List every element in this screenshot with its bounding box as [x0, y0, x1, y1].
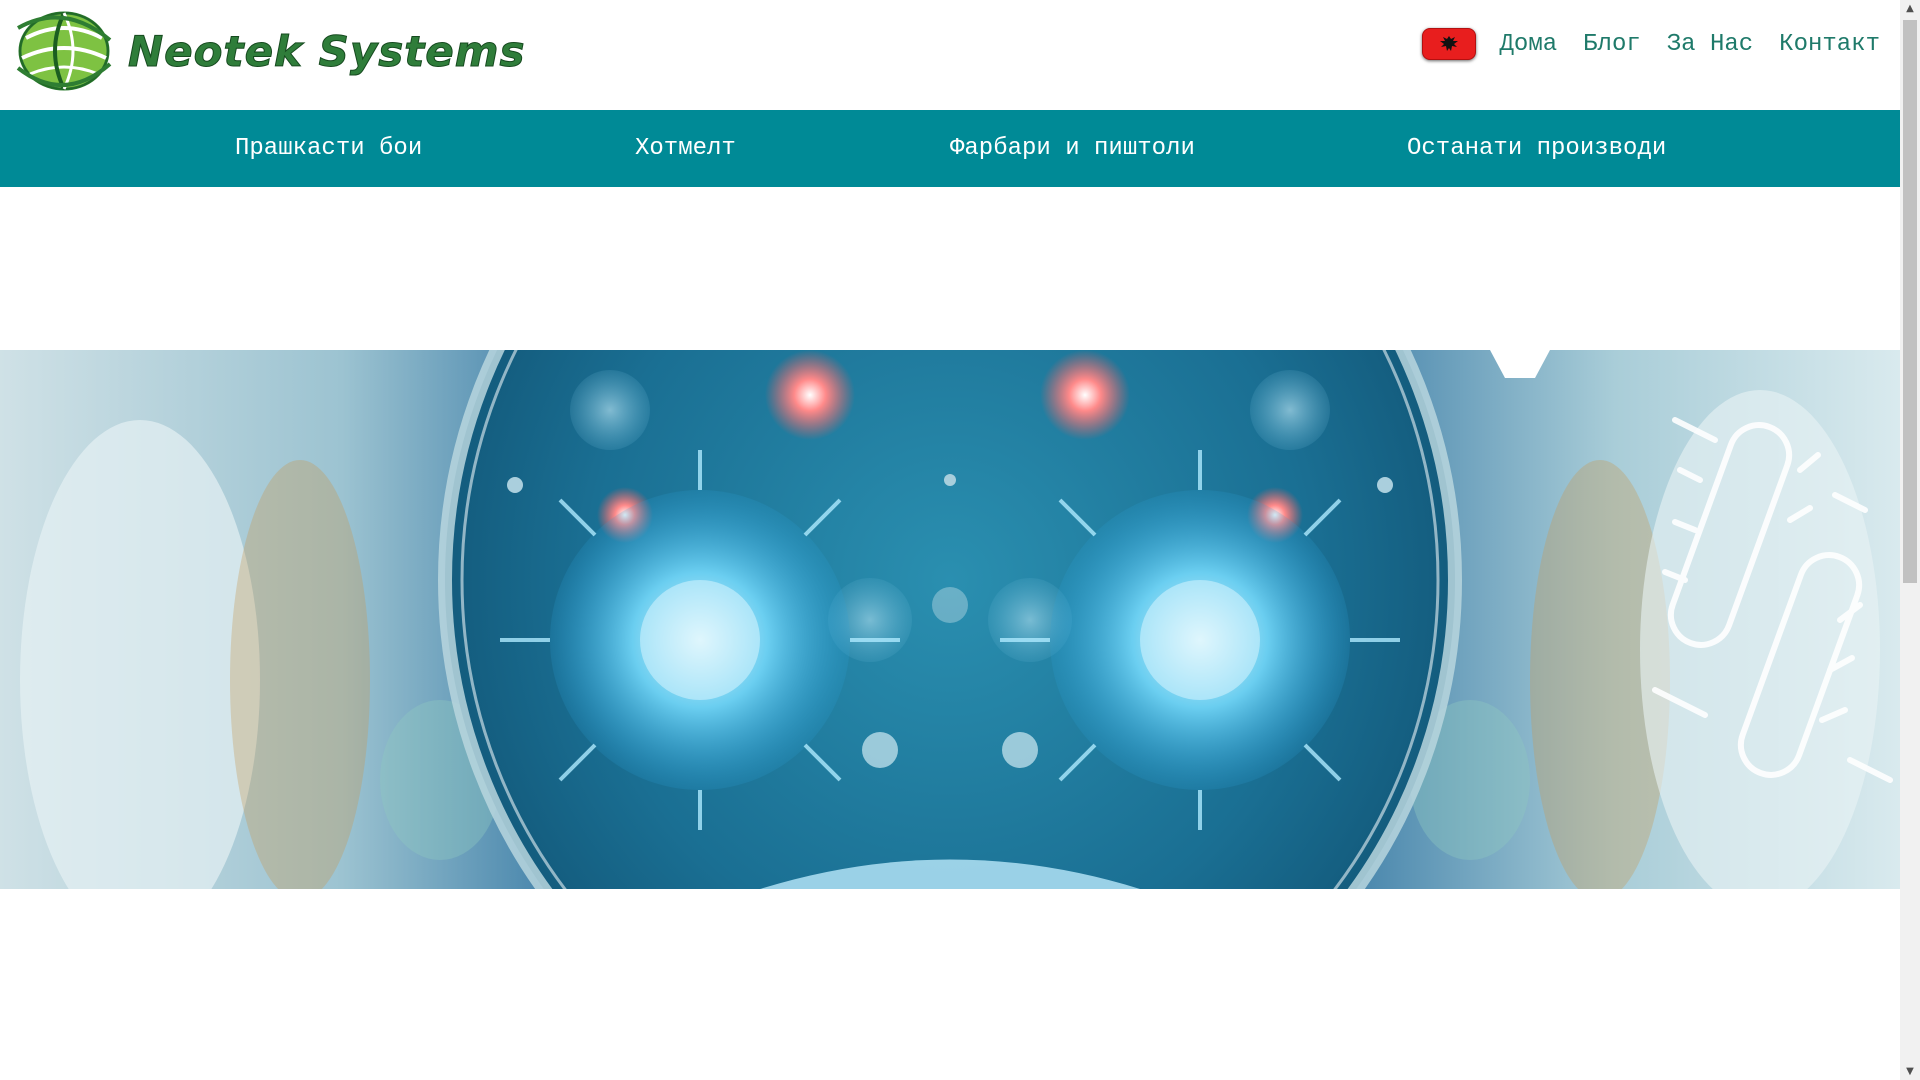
globe-logo-icon	[16, 11, 112, 91]
top-nav: Дома Блог За Нас Контакт	[1421, 28, 1880, 60]
page-content: Neotek Systems Дома Блог За Нас Контакт …	[0, 0, 1900, 1080]
language-flag-button[interactable]	[1421, 28, 1476, 60]
vertical-scrollbar[interactable]: ▲ ▼	[1900, 0, 1920, 1080]
scroll-up-arrow-icon[interactable]: ▲	[1900, 0, 1920, 17]
hero-banner-image	[0, 350, 1900, 889]
category-hotmelt[interactable]: Хотмелт	[635, 110, 736, 187]
category-spray-guns[interactable]: Фарбари и пиштоли	[950, 110, 1195, 187]
nav-link-blog[interactable]: Блог	[1583, 31, 1641, 58]
nav-link-about[interactable]: За Нас	[1667, 31, 1753, 58]
site-logo[interactable]: Neotek Systems	[16, 8, 526, 94]
logo-text: Neotek Systems	[128, 26, 526, 76]
category-powder-paints[interactable]: Прашкасти бои	[235, 110, 422, 187]
page: Neotek Systems Дома Блог За Нас Контакт …	[0, 0, 1920, 1080]
category-other-products[interactable]: Останати производи	[1407, 110, 1666, 187]
nav-link-home[interactable]: Дома	[1500, 31, 1558, 58]
category-nav-bar: Прашкасти бои Хотмелт Фарбари и пиштоли …	[0, 110, 1900, 187]
scroll-down-arrow-icon[interactable]: ▼	[1900, 1063, 1920, 1080]
albanian-flag-icon	[1439, 36, 1458, 51]
hero-virus-illustration	[0, 350, 1900, 889]
scrollbar-thumb[interactable]	[1903, 20, 1917, 583]
nav-link-contact[interactable]: Контакт	[1779, 31, 1880, 58]
site-header: Neotek Systems Дома Блог За Нас Контакт	[0, 0, 1900, 110]
